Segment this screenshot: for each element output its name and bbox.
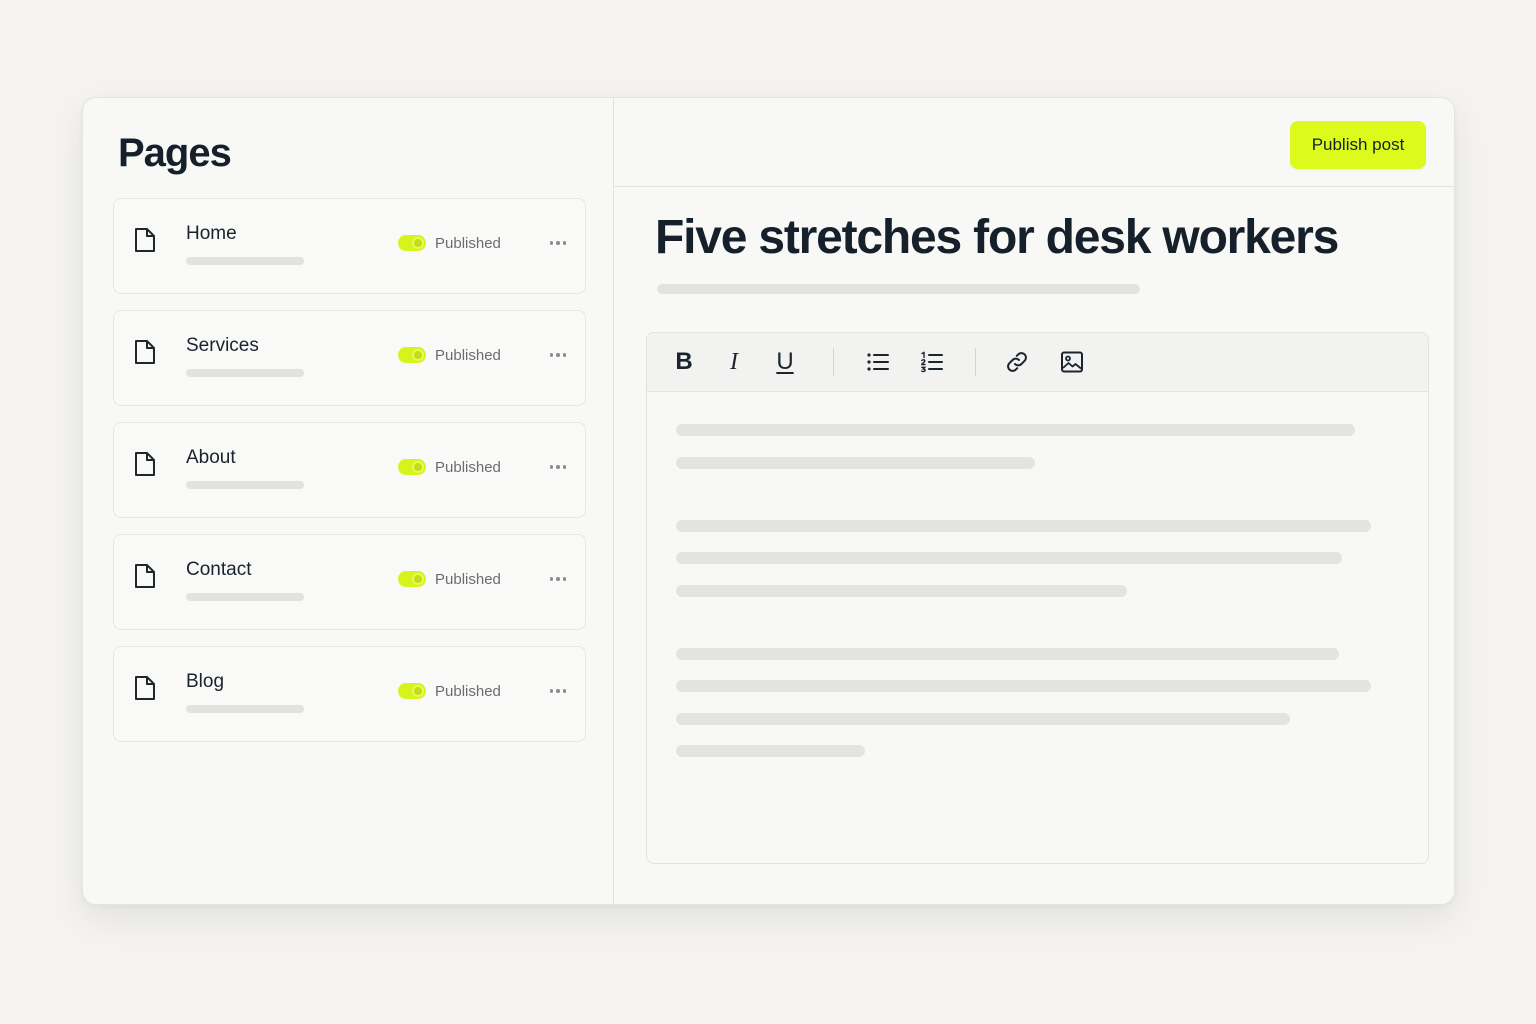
page-name: Home [186,223,237,244]
underline-button[interactable]: U [770,347,800,377]
status-label: Published [435,459,501,476]
more-options-icon[interactable] [546,569,570,589]
content-placeholder-line [676,552,1342,564]
document-icon [134,675,156,701]
page-subtitle-placeholder [186,257,304,265]
content-placeholder-line [676,680,1371,692]
content-placeholder-line [676,648,1339,660]
publish-toggle[interactable] [398,683,426,699]
formatting-toolbar: B I U [647,333,1428,392]
cms-window: Pages Home Published Services Published [82,97,1455,905]
content-placeholder-line [676,457,1035,469]
bullet-list-icon [867,353,889,371]
pages-sidebar: Pages Home Published Services Published [83,98,614,904]
content-placeholder-line [676,520,1371,532]
publish-toggle[interactable] [398,235,426,251]
underline-icon: U [776,348,794,375]
document-icon [134,227,156,253]
page-name: About [186,447,236,468]
toolbar-divider [833,348,834,376]
publish-toggle[interactable] [398,459,426,475]
content-placeholder-line [676,713,1290,725]
italic-icon: I [730,348,738,375]
page-subtitle-placeholder [186,705,304,713]
document-icon [134,563,156,589]
page-item-about[interactable]: About Published [113,422,586,518]
more-options-icon[interactable] [546,233,570,253]
page-subtitle-placeholder [186,481,304,489]
post-subtitle-placeholder [657,284,1140,294]
bold-icon: B [675,348,693,375]
link-icon [1007,352,1027,372]
more-options-icon[interactable] [546,457,570,477]
more-options-icon[interactable] [546,345,570,365]
editor-pane: Publish post Five stretches for desk wor… [614,98,1454,904]
page-item-contact[interactable]: Contact Published [113,534,586,630]
page-name: Blog [186,671,225,692]
content-placeholder-line [676,585,1127,597]
publish-toggle[interactable] [398,347,426,363]
editor-topbar: Publish post [614,98,1454,187]
publish-post-button[interactable]: Publish post [1290,121,1426,169]
image-button[interactable] [1057,347,1087,377]
status-label: Published [435,235,501,252]
status-label: Published [435,347,501,364]
rich-text-editor[interactable]: B I U [646,332,1429,864]
content-placeholder-line [676,745,865,757]
post-title[interactable]: Five stretches for desk workers [655,210,1339,265]
page-item-blog[interactable]: Blog Published [113,646,586,742]
content-placeholder-line [676,424,1355,436]
document-icon [134,451,156,477]
status-label: Published [435,571,501,588]
numbered-list-button[interactable] [917,347,947,377]
page-subtitle-placeholder [186,593,304,601]
italic-button[interactable]: I [719,347,749,377]
page-subtitle-placeholder [186,369,304,377]
page-item-home[interactable]: Home Published [113,198,586,294]
publish-toggle[interactable] [398,571,426,587]
image-icon [1061,351,1083,373]
sidebar-title: Pages [118,131,232,175]
page-name: Contact [186,559,252,580]
numbered-list-icon [921,351,943,373]
bullet-list-button[interactable] [863,347,893,377]
more-options-icon[interactable] [546,681,570,701]
status-label: Published [435,683,501,700]
page-name: Services [186,335,259,356]
link-button[interactable] [1002,347,1032,377]
page-item-services[interactable]: Services Published [113,310,586,406]
document-icon [134,339,156,365]
bold-button[interactable]: B [669,347,699,377]
toolbar-divider [975,348,976,376]
